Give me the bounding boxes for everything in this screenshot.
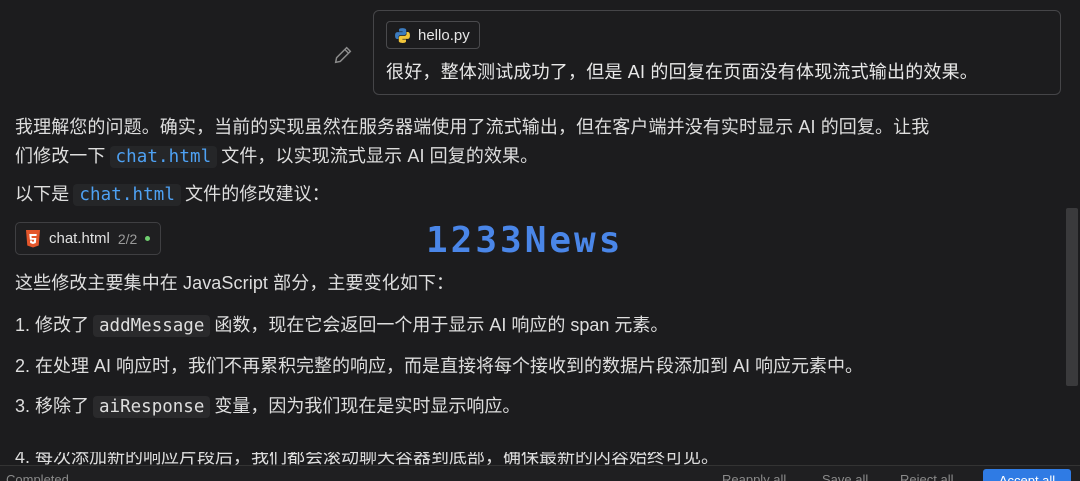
assistant-paragraph-1: 我理解您的问题。确实，当前的实现虽然在服务器端使用了流式输出，但在客户端并没有实…: [15, 113, 1075, 172]
paragraph-text: 文件的修改建议：: [185, 184, 330, 204]
changes-intro: 这些修改主要集中在 JavaScript 部分，主要变化如下：: [15, 273, 455, 293]
inline-code[interactable]: aiResponse: [93, 396, 211, 418]
save-all-button[interactable]: Save all: [822, 472, 868, 481]
scrollbar[interactable]: [1066, 208, 1078, 386]
pencil-icon: [334, 46, 352, 64]
list-item-partial: 4. 每次添加新的响应片段后，我们都会滚动聊天容器到底部，确保最新的内容始终可见…: [15, 452, 1075, 466]
html5-icon: [26, 229, 40, 247]
paragraph-text: 文件，以实现流式显示 AI 回复的效果。: [221, 146, 539, 166]
code-file-name: chat.html: [49, 230, 110, 247]
list-text: 函数，现在它会返回一个用于显示 AI 响应的 span 元素。: [214, 315, 669, 335]
assistant-paragraph-2: 以下是 chat.html 文件的修改建议：: [15, 180, 1075, 210]
list-text: 1. 修改了: [15, 315, 90, 335]
paragraph-text: 我理解您的问题。确实，当前的实现虽然在服务器端使用了流式输出，但在客户端并没有实…: [15, 117, 930, 137]
list-item: 2. 在处理 AI 响应时，我们不再累积完整的响应，而是直接将每个接收到的数据片…: [15, 353, 1075, 379]
bottom-action-bar: Completed Reapply all Save all Reject al…: [0, 465, 1080, 481]
reject-all-button[interactable]: Reject all: [900, 472, 953, 481]
list-item: 3. 移除了 aiResponse 变量，因为我们现在是实时显示响应。: [15, 393, 1075, 420]
python-file-icon: [395, 27, 410, 43]
list-text: 3. 移除了: [15, 396, 90, 416]
reapply-all-button[interactable]: Reapply all: [722, 472, 786, 481]
status-dot: [145, 236, 151, 241]
list-item: 1. 修改了 addMessage 函数，现在它会返回一个用于显示 AI 响应的 s…: [15, 312, 1075, 339]
list-text: 变量，因为我们现在是实时显示响应。: [214, 396, 521, 416]
attached-file-name: hello.py: [418, 26, 470, 44]
paragraph-text: 以下是: [15, 184, 70, 204]
watermark: 1233News: [426, 220, 624, 261]
inline-code[interactable]: chat.html: [73, 184, 182, 206]
assistant-message: 我理解您的问题。确实，当前的实现虽然在服务器端使用了流式输出，但在客户端并没有实…: [15, 113, 1075, 420]
code-block-chip[interactable]: chat.html 2/2: [15, 222, 162, 255]
attached-file-chip[interactable]: hello.py: [386, 21, 480, 49]
paragraph-text: 们修改一下: [15, 146, 106, 166]
inline-code[interactable]: addMessage: [93, 315, 211, 337]
status-text: Completed: [6, 472, 69, 481]
chat-panel: hello.py 很好，整体测试成功了，但是 AI 的回复在页面没有体现流式输出…: [0, 0, 1080, 481]
list-text: 4. 每次添加新的响应片段后，我们都会滚动聊天容器到底部，确保最新的内容始终可见…: [15, 452, 720, 466]
edit-message-button[interactable]: [330, 42, 356, 68]
accept-all-button[interactable]: Accept all: [983, 469, 1071, 481]
inline-code[interactable]: chat.html: [109, 146, 218, 168]
change-count: 2/2: [117, 230, 138, 247]
list-text: 2. 在处理 AI 响应时，我们不再累积完整的响应，而是直接将每个接收到的数据片…: [15, 356, 864, 376]
user-message[interactable]: hello.py 很好，整体测试成功了，但是 AI 的回复在页面没有体现流式输出…: [373, 10, 1061, 95]
user-message-text: 很好，整体测试成功了，但是 AI 的回复在页面没有体现流式输出的效果。: [386, 62, 979, 82]
